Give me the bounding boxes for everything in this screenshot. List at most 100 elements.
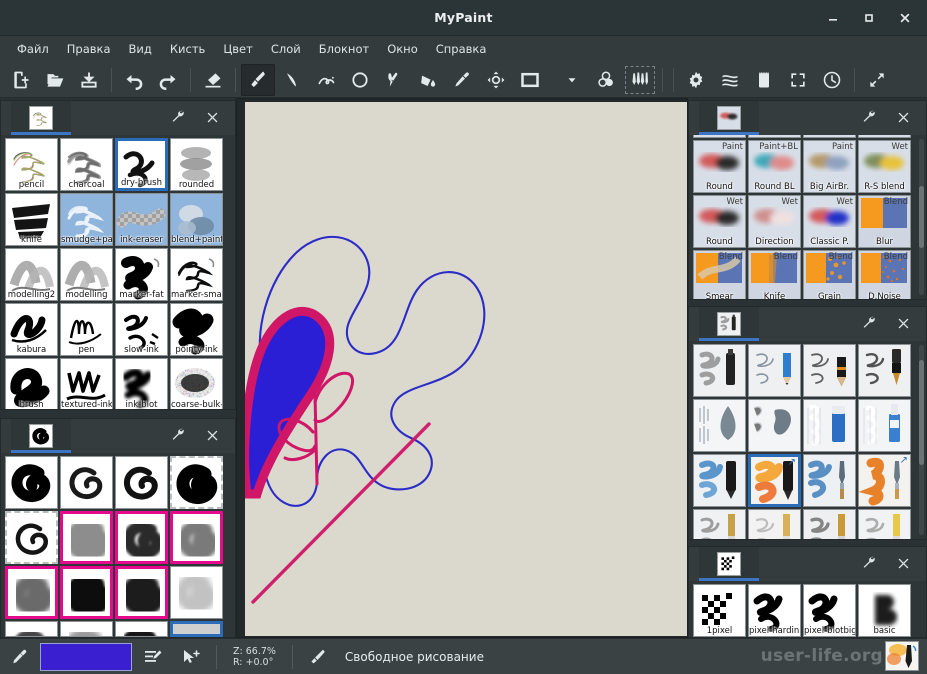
brush-cell[interactable]: pen (60, 303, 113, 356)
brush-cell[interactable]: modelling (60, 248, 113, 301)
brush-cell[interactable] (803, 344, 856, 397)
menu-scratchpad[interactable]: Блокнот (310, 39, 378, 59)
brush-cell[interactable] (60, 621, 113, 637)
brush-panel-classic[interactable]: pencilcharcoaldry-brushroundedknifesmudg… (0, 100, 236, 410)
connected-lines-button[interactable] (309, 64, 343, 96)
brush-cell[interactable] (115, 566, 168, 619)
brush-cell[interactable]: PaintBig AirBr. (803, 140, 856, 193)
brush-cell[interactable]: dry-brush (115, 138, 168, 191)
brush-panel-paint[interactable]: PaintRoundPaint+BLRound BLPaintBig AirBr… (688, 100, 927, 300)
brush-cell[interactable]: BlendD.Noise (858, 250, 911, 299)
panel-close-button[interactable] (195, 101, 229, 135)
brush-cell[interactable] (60, 456, 113, 509)
brush-cell[interactable]: pointy-ink (170, 303, 223, 356)
brush-cell[interactable]: basic (858, 584, 911, 637)
panel-tab[interactable] (699, 101, 759, 135)
open-document-button[interactable] (38, 64, 72, 96)
panel-scrollbar[interactable] (919, 139, 924, 295)
panel-settings-button[interactable] (852, 547, 886, 581)
panel-close-button[interactable] (886, 307, 920, 341)
ellipse-tool-button[interactable] (343, 64, 377, 96)
brush-cell[interactable] (803, 509, 856, 539)
save-document-button[interactable] (72, 64, 106, 96)
brush-cell[interactable]: textured-ink (60, 358, 113, 409)
brush-cell[interactable] (693, 344, 746, 397)
brush-cell[interactable]: WetR-S blend (858, 140, 911, 193)
more-tools-button[interactable] (555, 64, 589, 96)
brush-cell[interactable]: Paint+BLRound BL (748, 140, 801, 193)
fullscreen-button[interactable] (781, 64, 815, 96)
minimize-button[interactable] (815, 0, 851, 36)
brush-cell[interactable]: slow-ink (115, 303, 168, 356)
new-document-button[interactable] (4, 64, 38, 96)
brush-cell[interactable]: smudge+paint (60, 193, 113, 246)
brush-cell[interactable]: knife (5, 193, 58, 246)
brush-cell[interactable]: BlendKnife (748, 250, 801, 299)
brush-cell[interactable] (115, 621, 168, 637)
panel-settings-button[interactable] (161, 101, 195, 135)
drawing-canvas[interactable] (245, 102, 687, 636)
menu-brush[interactable]: Кисть (161, 39, 214, 59)
flood-fill-button[interactable] (411, 64, 445, 96)
color-picker-button[interactable] (445, 64, 479, 96)
canvas-viewport[interactable] (236, 98, 688, 638)
brush-cell[interactable] (170, 511, 223, 564)
redo-button[interactable] (151, 64, 185, 96)
menu-help[interactable]: Справка (427, 39, 496, 59)
menu-edit[interactable]: Правка (58, 39, 120, 59)
brush-cell[interactable]: brush (5, 358, 58, 409)
eraser-button[interactable] (196, 64, 230, 96)
brush-cell[interactable] (5, 456, 58, 509)
menu-window[interactable]: Окно (378, 39, 427, 59)
brush-cell-partial[interactable] (858, 135, 911, 138)
brush-cell[interactable] (858, 399, 911, 452)
brush-cell[interactable] (803, 454, 856, 507)
menu-file[interactable]: Файл (8, 39, 58, 59)
brush-selector-button[interactable] (623, 64, 657, 96)
line-tool-button[interactable] (275, 64, 309, 96)
brush-cell[interactable]: WetClassic P. (803, 195, 856, 248)
panel-close-button[interactable] (195, 419, 229, 453)
resize-button[interactable] (860, 64, 894, 96)
undo-button[interactable] (117, 64, 151, 96)
brush-cell[interactable]: charcoal (60, 138, 113, 191)
current-color-swatch[interactable] (40, 643, 132, 671)
brush-cell[interactable]: BlendSmear (693, 250, 746, 299)
freehand-brush-button[interactable] (241, 64, 275, 96)
panel-settings-button[interactable] (161, 419, 195, 453)
brush-cell-partial[interactable] (803, 135, 856, 138)
panel-settings-button[interactable] (852, 307, 886, 341)
brush-cell[interactable] (60, 511, 113, 564)
brush-cell[interactable] (5, 511, 58, 564)
brush-cell-partial[interactable] (693, 135, 746, 138)
select-cursor-icon[interactable] (172, 639, 210, 674)
menu-color[interactable]: Цвет (214, 39, 261, 59)
brush-cell[interactable] (748, 509, 801, 539)
panel-settings-button[interactable] (852, 101, 886, 135)
brush-cell[interactable]: marker-small (170, 248, 223, 301)
brush-cell[interactable]: rounded (170, 138, 223, 191)
brush-panel-pixel[interactable]: 1pixelpixel-hardinkpixel-blotbigbasic (688, 546, 927, 638)
panel-tab[interactable] (11, 101, 71, 135)
brush-cell[interactable] (5, 566, 58, 619)
brush-cell[interactable] (170, 621, 223, 637)
brush-cell[interactable]: WetDirection (748, 195, 801, 248)
brush-cell-partial[interactable] (748, 135, 801, 138)
brush-panel-spiral[interactable] (0, 418, 236, 638)
brush-cell[interactable]: 1pixel (693, 584, 746, 637)
brush-cell[interactable] (693, 454, 746, 507)
brush-cell[interactable]: pixel-blotbig (803, 584, 856, 637)
brush-cell[interactable] (803, 399, 856, 452)
brush-cell[interactable]: kabura (5, 303, 58, 356)
brush-cell[interactable]: BlendGrain (803, 250, 856, 299)
menu-view[interactable]: Вид (120, 39, 161, 59)
brush-cell[interactable] (858, 344, 911, 397)
frame-edit-button[interactable] (513, 64, 547, 96)
brush-cell[interactable]: pixel-hardink (748, 584, 801, 637)
brush-cell[interactable] (748, 344, 801, 397)
brush-cell[interactable]: BlendBlur (858, 195, 911, 248)
brush-cell[interactable] (748, 399, 801, 452)
brush-cell[interactable]: ink-blot (115, 358, 168, 409)
brush-cell[interactable]: ↗ (858, 454, 911, 507)
scratchpad-button[interactable] (747, 64, 781, 96)
